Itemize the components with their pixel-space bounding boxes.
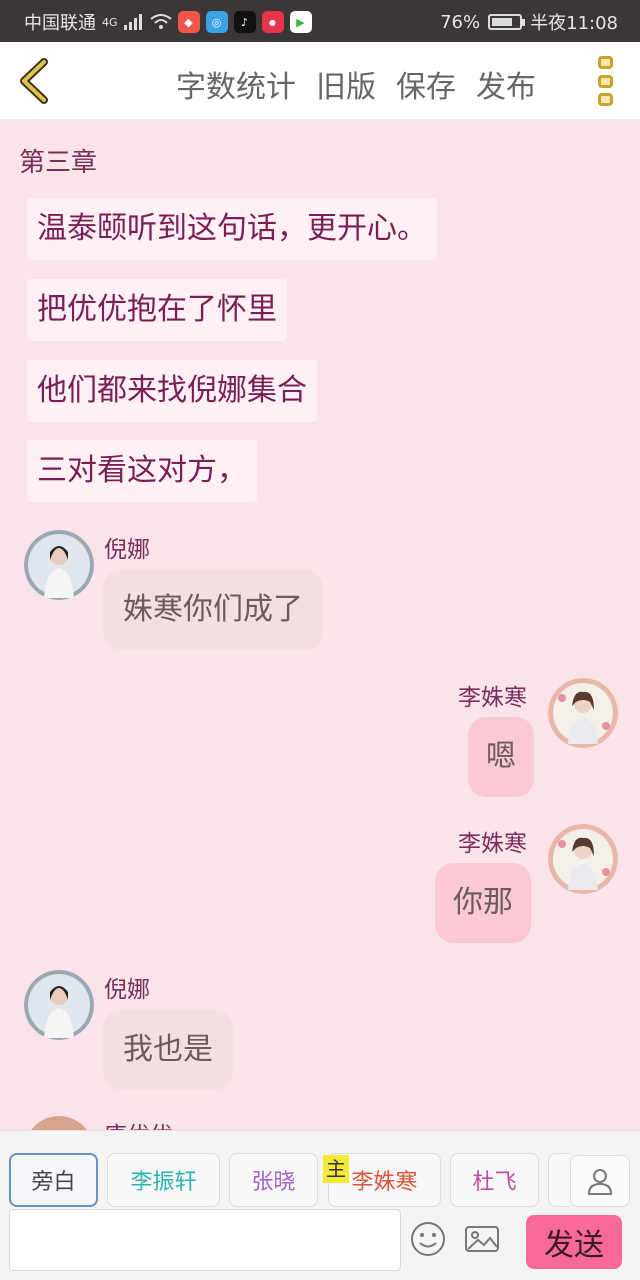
toolbar-actions: 字数统计 旧版 保存 发布 bbox=[176, 62, 536, 106]
carrier-label: 中国联通 bbox=[24, 13, 96, 34]
editor-toolbar: 字数统计 旧版 保存 发布 bbox=[0, 42, 640, 120]
publish-button[interactable]: 发布 bbox=[476, 62, 536, 106]
narration-line[interactable]: 他们都来找倪娜集合 bbox=[27, 360, 317, 422]
app-icon-1: ◆ bbox=[177, 11, 200, 33]
speaker-name: 倪娜 bbox=[104, 977, 150, 1003]
character-chip-narrator[interactable]: 旁白 bbox=[9, 1153, 98, 1207]
more-menu-button[interactable] bbox=[598, 56, 616, 106]
more-vertical-icon bbox=[598, 93, 613, 106]
narration-line[interactable]: 三对看这对方， bbox=[27, 440, 257, 502]
message-bubble[interactable]: 你那 bbox=[435, 863, 531, 943]
narration-line[interactable]: 把优优抱在了怀里 bbox=[27, 279, 287, 341]
wifi-icon bbox=[149, 14, 172, 29]
more-vertical-icon bbox=[598, 74, 613, 88]
avatar[interactable] bbox=[24, 530, 94, 600]
avatar[interactable] bbox=[24, 1116, 94, 1130]
save-button[interactable]: 保存 bbox=[396, 62, 456, 106]
character-chip[interactable]: 杜飞 bbox=[450, 1153, 539, 1207]
emoji-icon bbox=[411, 1222, 445, 1256]
time-label: 半夜11:08 bbox=[530, 13, 618, 34]
app-icon-2: ◎ bbox=[205, 11, 228, 33]
xiaohongshu-icon: ● bbox=[261, 11, 284, 33]
status-bar: 中国联通 4G ◆ ◎ ♪ ● ▶ 76% 半夜11:08 bbox=[0, 0, 640, 42]
send-button-label: 发送 bbox=[544, 1228, 604, 1263]
speaker-name: 李姝寒 bbox=[458, 685, 527, 711]
main-character-badge: 主 bbox=[323, 1155, 349, 1183]
avatar[interactable] bbox=[548, 824, 618, 894]
character-chip-label: 旁白 bbox=[31, 1170, 76, 1195]
speaker-name: 倪娜 bbox=[104, 537, 150, 563]
message-bubble[interactable]: 我也是 bbox=[103, 1010, 233, 1090]
image-button[interactable] bbox=[462, 1219, 502, 1259]
message-input[interactable] bbox=[9, 1209, 401, 1271]
character-chip-label: 杜飞 bbox=[472, 1170, 517, 1195]
message-bubble[interactable]: 姝寒你们成了 bbox=[103, 570, 323, 650]
image-icon bbox=[465, 1226, 499, 1252]
more-vertical-icon bbox=[598, 56, 613, 69]
avatar[interactable] bbox=[24, 970, 94, 1040]
video-app-icon: ▶ bbox=[289, 11, 312, 33]
character-chip-overflow[interactable] bbox=[548, 1153, 570, 1207]
old-version-button[interactable]: 旧版 bbox=[316, 62, 376, 106]
status-right: 76% 半夜11:08 bbox=[440, 9, 618, 35]
composer-panel: 旁白 李振轩 张晓 李姝寒 主 杜飞 发送 bbox=[0, 1130, 640, 1280]
battery-icon bbox=[488, 14, 526, 30]
chapter-title: 第三章 bbox=[19, 148, 98, 178]
avatar[interactable] bbox=[548, 678, 618, 748]
signal-icon bbox=[123, 14, 142, 30]
network-label: 4G bbox=[102, 15, 118, 29]
back-button[interactable] bbox=[14, 56, 54, 106]
character-chip-label: 李姝寒 bbox=[351, 1170, 418, 1195]
emoji-button[interactable] bbox=[408, 1219, 448, 1259]
story-content[interactable]: 第三章 温泰颐听到这句话，更开心。 把优优抱在了怀里 他们都来找倪娜集合 三对看… bbox=[0, 120, 640, 1130]
speaker-name: 唐优优 bbox=[104, 1116, 173, 1130]
send-button[interactable]: 发送 bbox=[526, 1215, 622, 1269]
manage-characters-button[interactable] bbox=[570, 1155, 630, 1207]
tiktok-icon: ♪ bbox=[233, 11, 256, 33]
user-icon bbox=[587, 1169, 613, 1195]
character-chip[interactable]: 李振轩 bbox=[107, 1153, 220, 1207]
speaker-name: 李姝寒 bbox=[458, 831, 527, 857]
character-chip-label: 张晓 bbox=[251, 1170, 296, 1195]
character-chip[interactable]: 张晓 bbox=[229, 1153, 318, 1207]
character-chip-label: 李振轩 bbox=[130, 1170, 197, 1195]
status-left: 中国联通 4G ◆ ◎ ♪ ● ▶ bbox=[24, 9, 312, 35]
battery-label: 76% bbox=[440, 11, 481, 33]
narration-line[interactable]: 温泰颐听到这句话，更开心。 bbox=[27, 198, 437, 260]
chevron-left-icon bbox=[20, 58, 48, 104]
message-bubble[interactable]: 嗯 bbox=[468, 717, 534, 797]
word-count-button[interactable]: 字数统计 bbox=[176, 62, 296, 106]
